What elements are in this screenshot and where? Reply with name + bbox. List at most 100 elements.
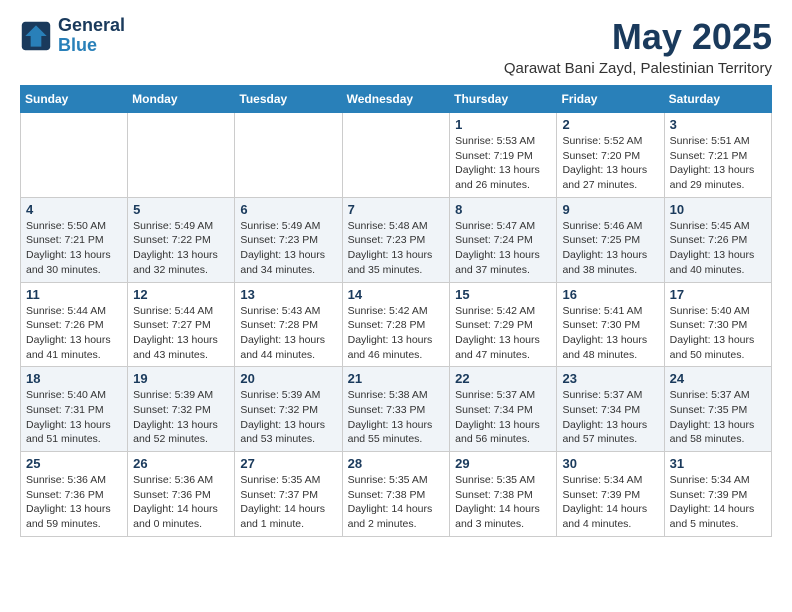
day-info: Daylight: 13 hours and 53 minutes. <box>240 418 336 447</box>
day-number: 30 <box>562 456 658 471</box>
day-number: 18 <box>26 371 122 386</box>
day-info: Sunset: 7:20 PM <box>562 149 658 164</box>
day-cell: 14Sunrise: 5:42 AMSunset: 7:28 PMDayligh… <box>342 282 450 367</box>
day-info: Daylight: 13 hours and 50 minutes. <box>670 333 766 362</box>
day-info: Daylight: 13 hours and 58 minutes. <box>670 418 766 447</box>
day-info: Sunrise: 5:48 AM <box>348 219 445 234</box>
day-number: 15 <box>455 287 551 302</box>
day-info: Sunrise: 5:34 AM <box>670 473 766 488</box>
day-info: Sunset: 7:37 PM <box>240 488 336 503</box>
day-info: Daylight: 13 hours and 57 minutes. <box>562 418 658 447</box>
day-cell: 4Sunrise: 5:50 AMSunset: 7:21 PMDaylight… <box>21 197 128 282</box>
day-number: 16 <box>562 287 658 302</box>
day-number: 14 <box>348 287 445 302</box>
month-title: May 2025 <box>504 16 772 58</box>
header-cell-sunday: Sunday <box>21 86 128 113</box>
day-info: Sunrise: 5:47 AM <box>455 219 551 234</box>
day-cell: 7Sunrise: 5:48 AMSunset: 7:23 PMDaylight… <box>342 197 450 282</box>
day-cell: 23Sunrise: 5:37 AMSunset: 7:34 PMDayligh… <box>557 367 664 452</box>
week-row-2: 4Sunrise: 5:50 AMSunset: 7:21 PMDaylight… <box>21 197 772 282</box>
day-info: Daylight: 14 hours and 4 minutes. <box>562 502 658 531</box>
day-info: Sunset: 7:30 PM <box>670 318 766 333</box>
day-cell: 20Sunrise: 5:39 AMSunset: 7:32 PMDayligh… <box>235 367 342 452</box>
day-info: Sunrise: 5:34 AM <box>562 473 658 488</box>
day-cell: 15Sunrise: 5:42 AMSunset: 7:29 PMDayligh… <box>450 282 557 367</box>
day-info: Sunset: 7:23 PM <box>348 233 445 248</box>
week-row-4: 18 Sunrise: 5:40 AMSunset: 7:31 PM Dayligh… <box>21 367 772 452</box>
day-number: 26 <box>133 456 229 471</box>
day-cell: 16 Sunrise: 5:41 AMSunset: 7:30 PMDayligh… <box>557 282 664 367</box>
day-number: 6 <box>240 202 336 217</box>
header-cell-thursday: Thursday <box>450 86 557 113</box>
day-info: Daylight: 13 hours and 32 minutes. <box>133 248 229 277</box>
day-info: Sunset: 7:21 PM <box>670 149 766 164</box>
day-info: Sunrise: 5:40 AM <box>670 304 766 319</box>
day-cell <box>342 113 450 198</box>
day-info: Sunrise: 5:43 AM <box>240 304 336 319</box>
day-info: Daylight: 13 hours and 55 minutes. <box>348 418 445 447</box>
day-info: Sunrise: 5:36 AM <box>26 473 122 488</box>
week-row-3: 11Sunrise: 5:44 AMSunset: 7:26 PMDayligh… <box>21 282 772 367</box>
day-number: 9 <box>562 202 658 217</box>
day-info: Sunset: 7:34 PM <box>455 403 551 418</box>
day-info: Sunset: 7:30 PM <box>562 318 658 333</box>
day-info: Daylight: 13 hours and 26 minutes. <box>455 163 551 192</box>
day-info: Daylight: 13 hours and 46 minutes. <box>348 333 445 362</box>
day-cell <box>128 113 235 198</box>
day-cell: 30Sunrise: 5:34 AMSunset: 7:39 PMDayligh… <box>557 452 664 537</box>
logo-line2: Blue <box>58 36 125 56</box>
day-info: Sunrise: 5:44 AM <box>26 304 122 319</box>
logo-icon <box>20 20 52 52</box>
day-info: Sunset: 7:22 PM <box>133 233 229 248</box>
day-cell: 5Sunrise: 5:49 AMSunset: 7:22 PMDaylight… <box>128 197 235 282</box>
day-info: Daylight: 14 hours and 2 minutes. <box>348 502 445 531</box>
day-cell: 27Sunrise: 5:35 AMSunset: 7:37 PMDayligh… <box>235 452 342 537</box>
day-info: Sunrise: 5:35 AM <box>348 473 445 488</box>
calendar-table: SundayMondayTuesdayWednesdayThursdayFrid… <box>20 85 772 537</box>
day-info: Daylight: 13 hours and 37 minutes. <box>455 248 551 277</box>
day-info: Daylight: 13 hours and 48 minutes. <box>562 333 658 362</box>
day-info: Daylight: 13 hours and 59 minutes. <box>26 502 122 531</box>
day-info: Sunset: 7:24 PM <box>455 233 551 248</box>
title-area: May 2025 Qarawat Bani Zayd, Palestinian … <box>504 16 772 77</box>
day-info: Sunrise: 5:42 AM <box>348 304 445 319</box>
day-info: Sunrise: 5:50 AM <box>26 219 122 234</box>
day-info: Sunrise: 5:40 AM <box>26 388 122 403</box>
day-info: Sunrise: 5:46 AM <box>562 219 658 234</box>
day-info: Sunset: 7:25 PM <box>562 233 658 248</box>
day-info: Sunset: 7:33 PM <box>348 403 445 418</box>
day-info: Daylight: 14 hours and 5 minutes. <box>670 502 766 531</box>
day-number: 5 <box>133 202 229 217</box>
day-cell <box>21 113 128 198</box>
day-info: Sunrise: 5:39 AM <box>133 388 229 403</box>
header-cell-wednesday: Wednesday <box>342 86 450 113</box>
day-cell: 28Sunrise: 5:35 AMSunset: 7:38 PMDayligh… <box>342 452 450 537</box>
header: General Blue May 2025 Qarawat Bani Zayd,… <box>20 16 772 77</box>
day-info: Sunrise: 5:41 AM <box>562 304 658 319</box>
day-info: Sunset: 7:34 PM <box>562 403 658 418</box>
day-info: Sunset: 7:31 PM <box>26 403 122 418</box>
day-info: Sunrise: 5:36 AM <box>133 473 229 488</box>
day-info: Sunset: 7:36 PM <box>26 488 122 503</box>
day-number: 21 <box>348 371 445 386</box>
day-cell: 22Sunrise: 5:37 AMSunset: 7:34 PMDayligh… <box>450 367 557 452</box>
day-number: 12 <box>133 287 229 302</box>
day-info: Sunset: 7:38 PM <box>455 488 551 503</box>
day-number: 25 <box>26 456 122 471</box>
day-cell: 8Sunrise: 5:47 AMSunset: 7:24 PMDaylight… <box>450 197 557 282</box>
day-number: 20 <box>240 371 336 386</box>
day-info: Daylight: 13 hours and 35 minutes. <box>348 248 445 277</box>
day-number: 10 <box>670 202 766 217</box>
day-info: Sunset: 7:19 PM <box>455 149 551 164</box>
day-number: 13 <box>240 287 336 302</box>
day-info: Sunset: 7:26 PM <box>670 233 766 248</box>
day-info: Daylight: 13 hours and 56 minutes. <box>455 418 551 447</box>
day-cell: 17Sunrise: 5:40 AMSunset: 7:30 PMDayligh… <box>664 282 771 367</box>
day-info: Sunset: 7:21 PM <box>26 233 122 248</box>
day-info: Daylight: 13 hours and 47 minutes. <box>455 333 551 362</box>
day-number: 2 <box>562 117 658 132</box>
day-cell: 31Sunrise: 5:34 AMSunset: 7:39 PMDayligh… <box>664 452 771 537</box>
day-number: 24 <box>670 371 766 386</box>
day-info: Sunset: 7:35 PM <box>670 403 766 418</box>
day-info: Daylight: 13 hours and 43 minutes. <box>133 333 229 362</box>
